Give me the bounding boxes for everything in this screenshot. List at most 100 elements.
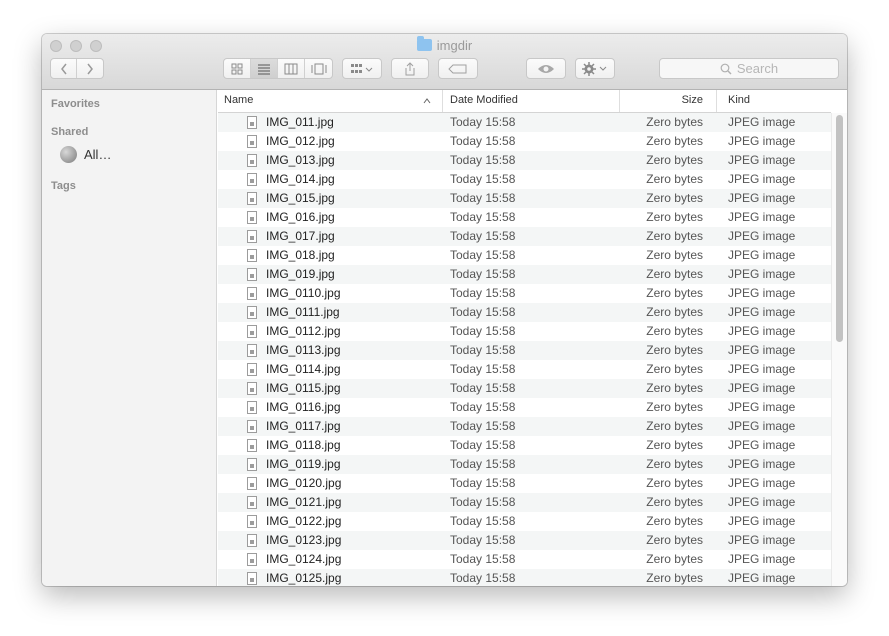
file-row[interactable]: IMG_0118.jpg Today 15:58 Zero bytes JPEG im… xyxy=(218,436,831,455)
edit-tags-button[interactable] xyxy=(438,58,478,79)
jpeg-file-icon xyxy=(247,173,257,186)
file-row[interactable]: IMG_0120.jpg Today 15:58 Zero bytes JPEG im… xyxy=(218,474,831,493)
vertical-scrollbar[interactable] xyxy=(831,113,847,586)
file-row[interactable]: IMG_011.jpg Today 15:58 Zero bytes JPEG ima… xyxy=(218,113,831,132)
file-size: Zero bytes xyxy=(646,419,703,433)
arrange-icon xyxy=(351,63,373,73)
file-row[interactable]: IMG_0110.jpg Today 15:58 Zero bytes JPEG im… xyxy=(218,284,831,303)
folder-icon xyxy=(416,36,432,51)
file-date-modified: Today 15:58 xyxy=(450,419,516,433)
file-row[interactable]: IMG_0122.jpg Today 15:58 Zero bytes JPEG im… xyxy=(218,512,831,531)
sidebar-heading-shared: Shared xyxy=(51,126,89,138)
share-button[interactable] xyxy=(391,58,429,79)
file-kind: JPEG image xyxy=(728,419,796,433)
file-date-modified: Today 15:58 xyxy=(450,381,516,395)
gear-icon xyxy=(582,61,607,76)
icon-view-button[interactable] xyxy=(224,59,251,78)
column-header-size[interactable]: Size xyxy=(588,90,703,112)
file-row[interactable]: IMG_0111.jpg Today 15:58 Zero bytes JPEG im… xyxy=(218,303,831,322)
file-date-modified: Today 15:58 xyxy=(450,457,516,471)
file-row[interactable]: IMG_0119.jpg Today 15:58 Zero bytes JPEG im… xyxy=(218,455,831,474)
sidebar-item-all-shared[interactable]: All… xyxy=(60,146,111,163)
jpeg-file-icon xyxy=(247,135,257,148)
file-size: Zero bytes xyxy=(646,248,703,262)
jpeg-file-icon xyxy=(247,306,257,319)
file-kind: JPEG image xyxy=(728,324,796,338)
search-field[interactable]: Search xyxy=(659,58,839,79)
file-row[interactable]: IMG_012.jpg Today 15:58 Zero bytes JPEG ima… xyxy=(218,132,831,151)
column-divider[interactable] xyxy=(716,90,717,112)
eye-icon xyxy=(538,64,554,73)
file-row[interactable]: IMG_0114.jpg Today 15:58 Zero bytes JPEG im… xyxy=(218,360,831,379)
file-name: IMG_015.jpg xyxy=(266,191,335,205)
list-icon xyxy=(258,64,270,74)
jpeg-file-icon xyxy=(247,116,257,129)
file-kind: JPEG image xyxy=(728,571,796,585)
column-header-name[interactable]: Name xyxy=(224,90,253,112)
file-kind: JPEG image xyxy=(728,495,796,509)
back-forward-control xyxy=(50,58,104,79)
file-name: IMG_012.jpg xyxy=(266,134,335,148)
file-date-modified: Today 15:58 xyxy=(450,476,516,490)
file-row[interactable]: IMG_017.jpg Today 15:58 Zero bytes JPEG ima… xyxy=(218,227,831,246)
file-name: IMG_016.jpg xyxy=(266,210,335,224)
jpeg-file-icon xyxy=(247,420,257,433)
jpeg-file-icon xyxy=(247,534,257,547)
file-name: IMG_0119.jpg xyxy=(266,457,341,471)
column-divider[interactable] xyxy=(442,90,443,112)
file-date-modified: Today 15:58 xyxy=(450,438,516,452)
file-name: IMG_0116.jpg xyxy=(266,400,341,414)
file-row[interactable]: IMG_0112.jpg Today 15:58 Zero bytes JPEG im… xyxy=(218,322,831,341)
file-name: IMG_0113.jpg xyxy=(266,343,341,357)
file-date-modified: Today 15:58 xyxy=(450,115,516,129)
column-header-bar: Name Date Modified Size Kind xyxy=(218,90,831,113)
file-name: IMG_019.jpg xyxy=(266,267,335,281)
file-name: IMG_0122.jpg xyxy=(266,514,342,528)
cover-flow-button[interactable] xyxy=(305,59,332,78)
file-row[interactable]: IMG_0123.jpg Today 15:58 Zero bytes JPEG im… xyxy=(218,531,831,550)
jpeg-file-icon xyxy=(247,249,257,262)
file-row[interactable]: IMG_019.jpg Today 15:58 Zero bytes JPEG ima… xyxy=(218,265,831,284)
file-size: Zero bytes xyxy=(646,495,703,509)
back-button[interactable] xyxy=(51,59,78,78)
file-size: Zero bytes xyxy=(646,153,703,167)
file-row[interactable]: IMG_015.jpg Today 15:58 Zero bytes JPEG ima… xyxy=(218,189,831,208)
file-date-modified: Today 15:58 xyxy=(450,305,516,319)
file-row[interactable]: IMG_0116.jpg Today 15:58 Zero bytes JPEG im… xyxy=(218,398,831,417)
file-row[interactable]: IMG_018.jpg Today 15:58 Zero bytes JPEG ima… xyxy=(218,246,831,265)
forward-button[interactable] xyxy=(77,59,103,78)
file-date-modified: Today 15:58 xyxy=(450,571,516,585)
jpeg-file-icon xyxy=(247,268,257,281)
file-row[interactable]: IMG_0115.jpg Today 15:58 Zero bytes JPEG im… xyxy=(218,379,831,398)
file-date-modified: Today 15:58 xyxy=(450,134,516,148)
file-row[interactable]: IMG_0117.jpg Today 15:58 Zero bytes JPEG im… xyxy=(218,417,831,436)
action-menu-button[interactable] xyxy=(575,58,615,79)
file-row[interactable]: IMG_0125.jpg Today 15:58 Zero bytes JPEG im… xyxy=(218,569,831,586)
column-header-kind[interactable]: Kind xyxy=(728,90,750,112)
file-kind: JPEG image xyxy=(728,438,796,452)
file-date-modified: Today 15:58 xyxy=(450,229,516,243)
jpeg-file-icon xyxy=(247,211,257,224)
sort-ascending-icon xyxy=(423,98,431,104)
jpeg-file-icon xyxy=(247,458,257,471)
file-size: Zero bytes xyxy=(646,324,703,338)
file-row[interactable]: IMG_0113.jpg Today 15:58 Zero bytes JPEG im… xyxy=(218,341,831,360)
column-header-date[interactable]: Date Modified xyxy=(450,90,518,112)
file-row[interactable]: IMG_014.jpg Today 15:58 Zero bytes JPEG ima… xyxy=(218,170,831,189)
file-row[interactable]: IMG_013.jpg Today 15:58 Zero bytes JPEG ima… xyxy=(218,151,831,170)
file-kind: JPEG image xyxy=(728,248,796,262)
file-name: IMG_0115.jpg xyxy=(266,381,341,395)
file-size: Zero bytes xyxy=(646,305,703,319)
file-size: Zero bytes xyxy=(646,286,703,300)
quick-look-button[interactable] xyxy=(526,58,566,79)
file-row[interactable]: IMG_0124.jpg Today 15:58 Zero bytes JPEG im… xyxy=(218,550,831,569)
grid-icon xyxy=(231,63,243,74)
arrange-button[interactable] xyxy=(342,58,382,79)
file-row[interactable]: IMG_0121.jpg Today 15:58 Zero bytes JPEG im… xyxy=(218,493,831,512)
list-view-button[interactable] xyxy=(251,59,278,78)
column-view-button[interactable] xyxy=(278,59,305,78)
scrollbar-thumb[interactable] xyxy=(836,115,843,342)
file-kind: JPEG image xyxy=(728,381,796,395)
file-date-modified: Today 15:58 xyxy=(450,172,516,186)
file-row[interactable]: IMG_016.jpg Today 15:58 Zero bytes JPEG ima… xyxy=(218,208,831,227)
